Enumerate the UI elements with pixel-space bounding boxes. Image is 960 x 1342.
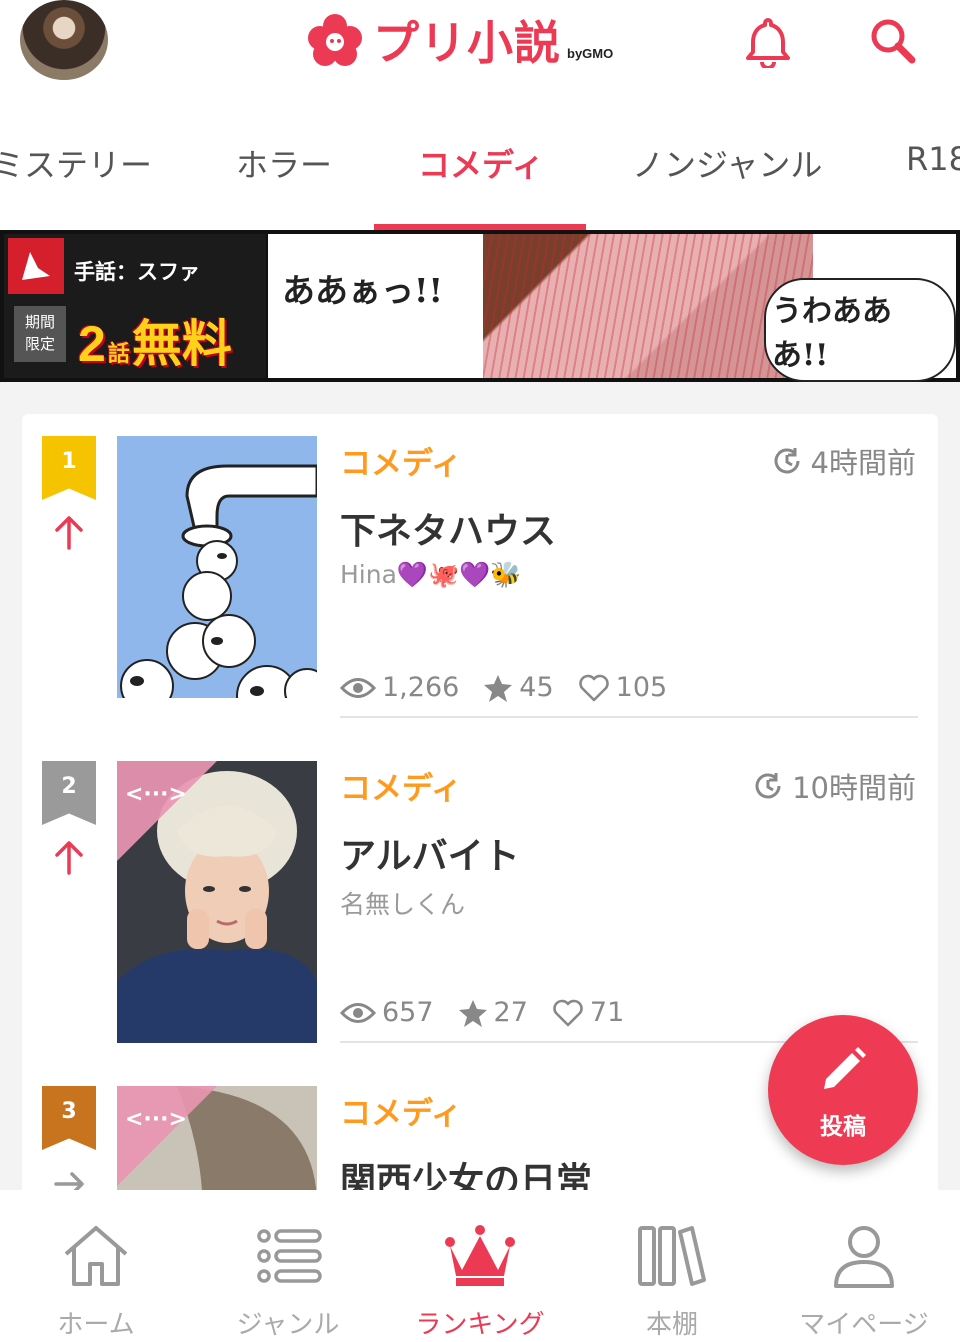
free-unit: 話 xyxy=(107,341,130,366)
crown-icon xyxy=(445,1225,515,1286)
ranking-item[interactable]: 1 コメディ 4時間前 下ネタハウス Hina💜🐙💜🐝 1,266 45 105 xyxy=(22,414,938,739)
nav-mypage-label: マイページ xyxy=(799,1310,929,1340)
nav-home-label: ホーム xyxy=(57,1310,135,1340)
star-count: 27 xyxy=(458,997,528,1028)
banner-brand-icon xyxy=(8,238,64,294)
story-title[interactable]: 下ネタハウス xyxy=(340,502,556,554)
nav-ranking[interactable]: ランキング xyxy=(384,1190,576,1342)
view-count-value: 1,266 xyxy=(382,672,460,703)
tab-horror[interactable]: ホラー xyxy=(236,140,332,186)
like-count-value: 71 xyxy=(589,997,625,1028)
story-stats: 1,266 45 105 xyxy=(340,672,691,703)
pencil-icon xyxy=(824,1047,866,1089)
author-name[interactable]: 名無しくん xyxy=(340,885,465,921)
genre-label: コメディ xyxy=(340,771,462,807)
updated-time: 4時間前 xyxy=(771,440,916,482)
nav-genre[interactable]: ジャンル xyxy=(192,1190,384,1342)
tab-mystery[interactable]: ミステリー xyxy=(0,140,152,186)
star-icon xyxy=(458,999,487,1027)
like-count-value: 105 xyxy=(615,672,668,703)
updated-time-text: 4時間前 xyxy=(810,446,916,480)
post-fab-label: 投稿 xyxy=(820,1114,866,1140)
star-icon xyxy=(484,674,513,702)
home-icon xyxy=(64,1226,128,1286)
rank-badge: 3 xyxy=(42,1086,96,1150)
nav-bookshelf[interactable]: 本棚 xyxy=(576,1190,768,1342)
view-count: 1,266 xyxy=(340,672,459,703)
tab-r18[interactable]: R18 xyxy=(906,140,960,178)
list-icon xyxy=(257,1229,322,1283)
rank-badge: 2 xyxy=(42,761,96,825)
heart-icon xyxy=(578,674,609,701)
genre-tab-bar: ミステリー ホラー コメディ ノンジャンル R18 xyxy=(0,100,960,230)
history-clock-icon xyxy=(755,773,781,799)
logo-gmo-suffix: byGMO xyxy=(567,45,614,61)
app-header: プリ小説 byGMO xyxy=(0,0,960,100)
author-name[interactable]: Hina💜🐙💜🐝 xyxy=(340,560,521,590)
item-divider xyxy=(340,716,918,718)
trend-up-icon xyxy=(55,841,83,875)
view-count: 657 xyxy=(340,997,434,1028)
post-fab-button[interactable]: 投稿 xyxy=(768,1015,918,1165)
genre-label: コメディ xyxy=(340,446,462,482)
svg-text:<···>: <···> xyxy=(125,1107,187,1132)
free-episodes-label: 2話無料 xyxy=(78,304,232,376)
history-clock-icon xyxy=(774,448,800,474)
search-icon[interactable] xyxy=(864,12,920,68)
comic-illustration xyxy=(483,234,813,378)
nav-home[interactable]: ホーム xyxy=(0,1190,192,1342)
story-title[interactable]: アルバイト xyxy=(340,827,520,879)
nav-mypage[interactable]: マイページ xyxy=(768,1190,960,1342)
eye-icon xyxy=(340,677,376,698)
eye-icon xyxy=(340,1002,376,1023)
banner-info-panel: 手話：スファ 期間 限定 2話無料 xyxy=(4,234,266,378)
rank-badge: 1 xyxy=(42,436,96,500)
genre-label: コメディ xyxy=(340,1096,462,1132)
speech-bubble-right: うわあああ!! xyxy=(764,278,956,382)
like-count: 105 xyxy=(578,672,668,703)
banner-title: 手話：スファ xyxy=(74,260,200,284)
free-text: 無料 xyxy=(131,316,232,372)
nav-bookshelf-label: 本棚 xyxy=(645,1310,698,1340)
nav-ranking-label: ランキング xyxy=(415,1310,545,1340)
star-count: 45 xyxy=(483,672,554,703)
app-logo[interactable]: プリ小説 byGMO xyxy=(305,8,613,72)
ranking-item[interactable]: 2 <···> コメディ 10時間前 アルバイト 名無しくん 657 27 71 xyxy=(22,739,938,1064)
svg-text:<···>: <···> xyxy=(125,782,187,807)
free-count: 2 xyxy=(78,316,106,372)
flower-logo-icon xyxy=(305,12,365,68)
speech-bubble-left: ああぁっ!! xyxy=(274,260,451,316)
book-cover xyxy=(117,436,317,718)
banner-comic-panel: ああぁっ!! うわあああ!! xyxy=(268,234,956,382)
user-avatar[interactable] xyxy=(20,0,108,80)
story-stats: 657 27 71 xyxy=(340,997,648,1028)
bottom-nav: ホーム ジャンル ランキング 本棚 マイページ xyxy=(0,1190,960,1342)
promo-banner[interactable]: 手話：スファ 期間 限定 2話無料 ああぁっ!! うわあああ!! xyxy=(0,230,960,382)
app-screen: プリ小説 byGMO ミステリー ホラー コメディ ノンジャンル R18 手話：… xyxy=(0,0,960,1342)
star-count-value: 27 xyxy=(493,997,528,1028)
logo-text: プリ小説 xyxy=(373,16,561,70)
trend-up-icon xyxy=(55,516,83,550)
star-count-value: 45 xyxy=(519,672,554,703)
heart-icon xyxy=(553,999,583,1026)
tab-nongenre[interactable]: ノンジャンル xyxy=(632,140,822,186)
book-cover: <···> xyxy=(117,761,317,1043)
bookshelf-icon xyxy=(638,1226,706,1286)
like-count: 71 xyxy=(552,997,624,1028)
limited-time-label: 期間 限定 xyxy=(14,306,66,362)
limited-line-1: 期間 xyxy=(24,313,55,331)
bell-icon[interactable] xyxy=(740,12,796,70)
updated-time-text: 10時間前 xyxy=(792,771,916,805)
tab-comedy[interactable]: コメディ xyxy=(418,140,544,186)
limited-line-2: 限定 xyxy=(24,335,55,353)
view-count-value: 657 xyxy=(382,997,434,1028)
user-icon xyxy=(834,1226,894,1288)
updated-time: 10時間前 xyxy=(752,765,916,807)
nav-genre-label: ジャンル xyxy=(236,1310,340,1340)
